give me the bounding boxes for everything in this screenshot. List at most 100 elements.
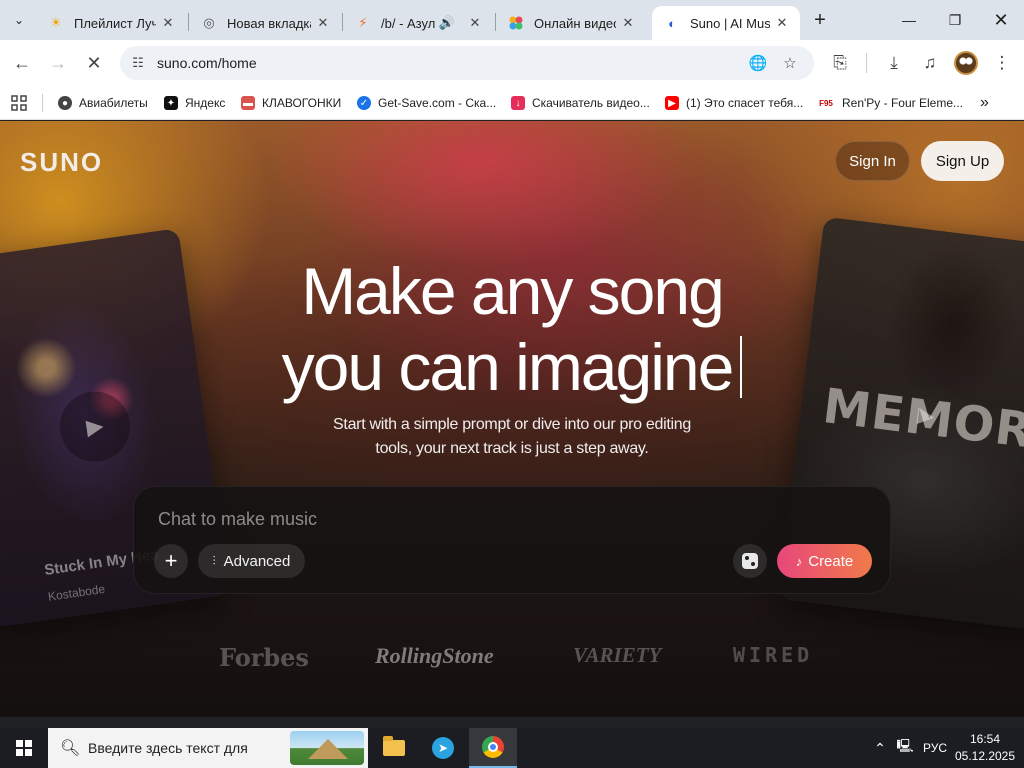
translate-icon[interactable]: 🌐 (748, 53, 768, 73)
bookmark-get-save[interactable]: ✓ Get-Save.com - Ска... (357, 92, 496, 114)
clock-time: 16:54 (969, 732, 1001, 746)
sun-icon: ☀ (50, 15, 62, 30)
more-menu-icon[interactable]: ⋮ (989, 50, 1015, 76)
extensions-puzzle-icon[interactable]: ⎘ (827, 50, 853, 76)
create-label: Create (808, 552, 854, 570)
suno-icon: ◐ (668, 15, 676, 31)
bookmark-label: Авиабилеты (79, 96, 148, 110)
check-icon: ✓ (357, 96, 371, 110)
bookmark-renpy[interactable]: F95 Ren'Py - Four Eleme... (817, 92, 963, 114)
address-bar[interactable]: ☷ suno.com/home 🌐 ☆ (120, 46, 814, 80)
download-icon[interactable]: ⤓ (881, 50, 907, 76)
tab-playlist[interactable]: ☀ Плейлист Лучш ✕ (36, 6, 186, 40)
bookmark-video-downloader[interactable]: ↓ Скачиватель видео... (511, 92, 650, 114)
taskbar-search[interactable]: 🔍︎ Введите здесь текст для (48, 728, 368, 768)
windows-start-icon[interactable] (0, 728, 48, 768)
download-icon: ↓ (511, 96, 525, 110)
site-settings-icon[interactable]: ☷ (128, 53, 148, 73)
music-prompt-composer: Chat to make music + ⫶ Advanced ♪ Create (133, 486, 891, 594)
dots-icon (508, 15, 524, 31)
forward-arrow-icon[interactable]: → (44, 49, 72, 77)
telegram-icon[interactable]: ➤ (419, 728, 467, 768)
bookmark-label: КЛАВОГОНКИ (262, 96, 342, 110)
profile-avatar[interactable] (954, 51, 978, 75)
tab-title: /b/ - Азула (381, 15, 435, 31)
file-explorer-icon[interactable] (370, 728, 418, 768)
close-icon[interactable]: ✕ (160, 15, 176, 31)
headline-line-2: you can imagine (0, 334, 1024, 400)
new-tab-plus-icon[interactable]: + (808, 8, 832, 32)
windows-taskbar: 🔍︎ Введите здесь текст для ➤ ⌃ 🖳︎ РУС 16… (0, 728, 1024, 768)
suno-homepage: SUNO Sign In Sign Up ▶ Stuck In My Hea K… (0, 121, 1024, 717)
search-placeholder: Введите здесь текст для (88, 740, 248, 756)
press-logo-wired: WIRED (733, 643, 814, 667)
prompt-input[interactable]: Chat to make music (158, 509, 317, 530)
tab-azula[interactable]: ⚡ /b/ - Азула 🔊 ✕ (343, 6, 493, 40)
bookmark-label: Ren'Py - Four Eleme... (842, 96, 963, 110)
headline-text: you can imagine (281, 330, 735, 404)
bookmark-yandex[interactable]: ✦ Яндекс (164, 92, 225, 114)
bookmark-label: Яндекс (185, 96, 226, 110)
tab-title: Suno | AI Music (690, 15, 770, 31)
press-logo-variety: VARIETY (573, 643, 662, 667)
press-logo-forbes: Forbes (219, 643, 309, 672)
media-control-icon[interactable]: ♫ (917, 50, 943, 76)
restore-icon[interactable]: ❐ (932, 6, 978, 34)
create-button[interactable]: ♪ Create (777, 544, 872, 578)
apps-grid-icon[interactable] (10, 92, 28, 114)
press-logo-rollingstone: RollingStone (375, 643, 494, 668)
stop-loading-icon[interactable]: ✕ (80, 49, 108, 77)
close-icon[interactable]: ✕ (467, 15, 483, 31)
close-icon[interactable]: ✕ (315, 15, 331, 31)
youtube-icon: ▶ (665, 96, 679, 110)
more-bookmarks-chevron-icon[interactable]: » (980, 92, 989, 114)
browser-toolbar: ← → ✕ ☷ suno.com/home 🌐 ☆ ⎘ ⤓ ♫ ⋮ (0, 40, 1024, 86)
bookmark-label: Get-Save.com - Ска... (378, 96, 497, 110)
tab-new-tab[interactable]: ◎ Новая вкладка ✕ (189, 6, 341, 40)
network-icon[interactable]: 🖳︎ (894, 728, 916, 768)
window-close-icon[interactable]: ✕ (978, 6, 1024, 34)
yandex-icon: ✦ (164, 96, 178, 110)
chrome-taskbar-icon[interactable] (469, 728, 517, 768)
sign-in-button[interactable]: Sign In (835, 141, 910, 181)
tab-strip: ⌄ ☀ Плейлист Лучш ✕ ◎ Новая вкладка ✕ ⚡ … (0, 0, 1024, 40)
subtitle-line-1: Start with a simple prompt or dive into … (333, 416, 691, 433)
sign-up-button[interactable]: Sign Up (921, 141, 1004, 181)
close-icon[interactable]: ✕ (620, 15, 636, 31)
sliders-icon: ⫶ (212, 553, 216, 568)
headline-line-1: Make any song (301, 254, 725, 328)
tab-suno[interactable]: ◐ Suno | AI Music ✕ (652, 6, 800, 40)
advanced-label: Advanced (223, 552, 291, 570)
bookmark-klavogonki[interactable]: ▬ КЛАВОГОНКИ (241, 92, 341, 114)
bookmark-label: Скачиватель видео... (532, 96, 650, 110)
tab-title: Плейлист Лучш (74, 15, 156, 31)
url-text[interactable]: suno.com/home (157, 55, 257, 71)
add-plus-icon[interactable]: + (154, 544, 188, 578)
suno-logo[interactable]: SUNO (20, 147, 103, 178)
f95-icon: F95 (817, 96, 835, 110)
tray-chevron-up-icon[interactable]: ⌃ (870, 728, 890, 768)
bookmarks-bar: ● Авиабилеты ✦ Яндекс ▬ КЛАВОГОНКИ ✓ Get… (0, 86, 1024, 120)
bookmark-youtube[interactable]: ▶ (1) Это спасет тебя... (665, 92, 803, 114)
bookmark-label: (1) Это спасет тебя... (686, 96, 804, 110)
music-note-icon: ♪ (795, 553, 803, 569)
clock-date: 05.12.2025 (954, 749, 1016, 763)
text-caret (740, 336, 743, 398)
tab-title: Новая вкладка (227, 15, 311, 31)
back-arrow-icon[interactable]: ← (8, 49, 36, 77)
random-dice-icon[interactable] (733, 544, 767, 578)
bookmark-aviabilety[interactable]: ● Авиабилеты (58, 92, 148, 114)
language-indicator[interactable]: РУС (920, 728, 950, 768)
speaker-icon[interactable]: 🔊 (439, 15, 455, 31)
car-icon: ▬ (241, 96, 255, 110)
minimize-icon[interactable]: — (886, 6, 932, 34)
tab-title: Онлайн видео (534, 15, 616, 31)
taskbar-clock[interactable]: 16:54 05.12.2025 (950, 731, 1020, 765)
tab-search-chevron-icon[interactable]: ⌄ (6, 7, 32, 33)
search-highlight-image (290, 731, 364, 765)
tab-online-video[interactable]: Онлайн видео ✕ (496, 6, 646, 40)
close-icon[interactable]: ✕ (774, 15, 790, 31)
advanced-button[interactable]: ⫶ Advanced (198, 544, 305, 578)
star-bookmark-icon[interactable]: ☆ (780, 53, 800, 73)
globe-icon: ● (58, 96, 72, 110)
